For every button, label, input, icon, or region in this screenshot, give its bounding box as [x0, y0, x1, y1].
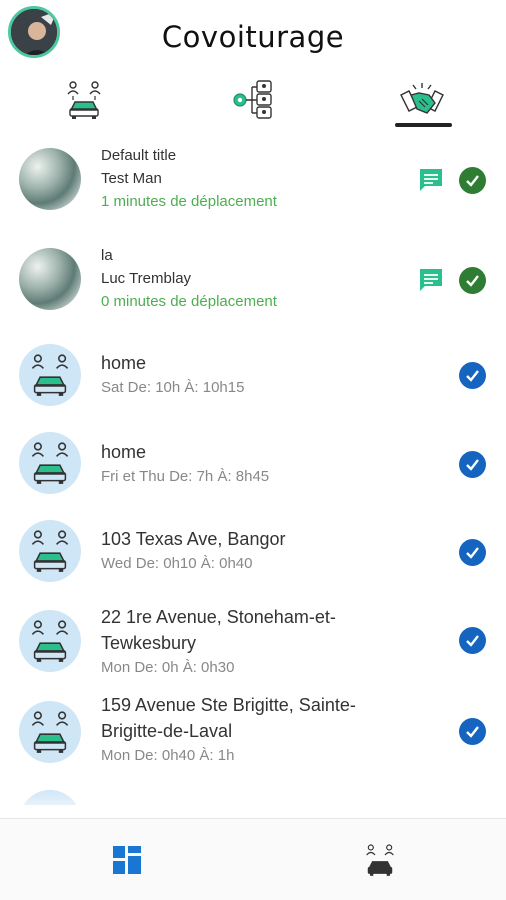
carpool-icon [31, 711, 69, 753]
chat-icon[interactable] [418, 267, 444, 293]
tab-carpool[interactable] [0, 70, 168, 130]
trip-schedule: Wed De: 0h10 À: 0h40 [101, 555, 253, 572]
check-icon[interactable] [459, 627, 486, 654]
dashboard-icon [112, 846, 141, 874]
top-tabs [0, 70, 506, 130]
carpool-icon [31, 354, 69, 396]
check-icon[interactable] [459, 718, 486, 745]
page-title: Covoiturage [161, 20, 345, 54]
match-name: Test Man [101, 170, 162, 187]
trip-schedule: Mon De: 0h40 À: 1h [101, 747, 235, 764]
trip-address-line2: Brigitte-de-Laval [101, 721, 233, 741]
check-icon[interactable] [459, 451, 486, 478]
check-icon[interactable] [459, 362, 486, 389]
trip-schedule: Mon De: 0h À: 0h30 [101, 659, 235, 676]
app-header: Covoiturage [0, 0, 506, 72]
confirmed-check-icon[interactable] [459, 267, 486, 294]
carpool-avatar [19, 610, 81, 672]
carpool-avatar [19, 344, 81, 406]
trip-address: home [101, 353, 147, 373]
bottom-nav-dashboard[interactable] [0, 819, 253, 900]
trip-schedule: Sat De: 10h À: 10h15 [101, 379, 245, 396]
list-item[interactable]: home Fri et Thu De: 7h À: 8h45 [0, 420, 506, 510]
carpool-icon [67, 81, 101, 119]
match-avatar [19, 248, 81, 310]
list-item[interactable]: la Luc Tremblay 0 minutes de déplacement [0, 230, 506, 330]
trip-address: 103 Texas Ave, Bangor [101, 529, 286, 549]
carpool-icon [31, 620, 69, 662]
list-item[interactable]: 22 1re Avenue, Stoneham-et- Tewkesbury M… [0, 598, 506, 690]
carpool-icon [31, 530, 69, 572]
handshake-icon [400, 83, 444, 114]
list-item[interactable]: 159 Avenue Ste Brigitte, Sainte- Brigitt… [0, 690, 506, 782]
trip-address-line1: 159 Avenue Ste Brigitte, Sainte- [101, 695, 356, 715]
trip-address-line1: 22 1re Avenue, Stoneham-et- [101, 607, 336, 627]
list-item[interactable]: Default title Test Man 1 minutes de dépl… [0, 130, 506, 230]
carpool-avatar [19, 432, 81, 494]
trip-address-line2: Tewkesbury [101, 633, 197, 653]
trip-address: home [101, 442, 147, 462]
carpool-avatar [19, 701, 81, 763]
match-duration: 1 minutes de déplacement [101, 193, 277, 210]
match-name: Luc Tremblay [101, 270, 192, 287]
active-tab-indicator [395, 123, 452, 127]
list-fade [0, 790, 506, 820]
chat-icon[interactable] [418, 167, 444, 193]
bottom-nav [0, 818, 506, 900]
carpool-avatar [19, 520, 81, 582]
list-item[interactable]: 103 Texas Ave, Bangor Wed De: 0h10 À: 0h… [0, 510, 506, 600]
confirmed-check-icon[interactable] [459, 167, 486, 194]
tab-settings[interactable] [168, 70, 336, 130]
carpool-icon [31, 442, 69, 484]
check-icon[interactable] [459, 539, 486, 566]
tab-matches[interactable] [338, 70, 506, 130]
match-list: Default title Test Man 1 minutes de dépl… [0, 130, 506, 805]
match-title: la [101, 247, 113, 264]
list-item[interactable]: home Sat De: 10h À: 10h15 [0, 330, 506, 420]
match-avatar [19, 148, 81, 210]
match-duration: 0 minutes de déplacement [101, 293, 277, 310]
carpool-icon [365, 844, 394, 876]
bottom-nav-carpool[interactable] [253, 819, 506, 900]
match-title: Default title [101, 147, 177, 164]
settings-flow-icon [233, 80, 272, 119]
trip-schedule: Fri et Thu De: 7h À: 8h45 [101, 468, 270, 485]
